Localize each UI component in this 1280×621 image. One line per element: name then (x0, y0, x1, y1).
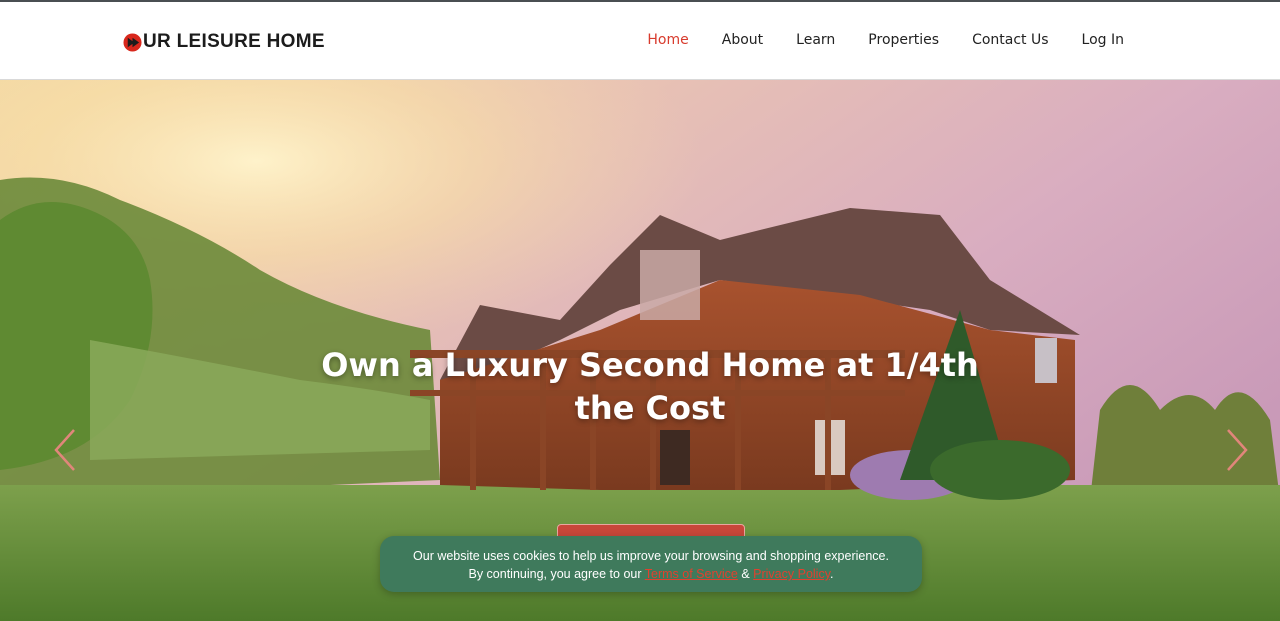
hero-headline-line1: Own a Luxury Second Home at 1/4th (321, 346, 979, 384)
hero-headline-line2: the Cost (574, 389, 726, 427)
cookie-line1: Our website uses cookies to help us impr… (413, 549, 889, 563)
logo-text: UR LEISURE HOME (143, 31, 325, 52)
main-nav: Home About Learn Properties Contact Us L… (614, 30, 1124, 50)
nav-log-in[interactable]: Log In (1082, 30, 1124, 50)
privacy-policy-link[interactable]: Privacy Policy (753, 567, 830, 581)
nav-learn[interactable]: Learn (796, 30, 835, 50)
hero-headline: Own a Luxury Second Home at 1/4th the Co… (290, 344, 1010, 430)
nav-home[interactable]: Home (647, 30, 688, 50)
nav-properties[interactable]: Properties (868, 30, 939, 50)
cookie-banner: Our website uses cookies to help us impr… (380, 536, 922, 592)
cookie-line2-suffix: . (830, 567, 834, 581)
chevron-right-icon[interactable] (1222, 426, 1252, 474)
nav-about[interactable]: About (722, 30, 763, 50)
cookie-separator: & (737, 567, 754, 581)
cookie-line2-prefix: By continuing, you agree to our (468, 567, 645, 581)
site-header: UR LEISURE HOME Home About Learn Propert… (0, 2, 1280, 80)
cookie-line2: By continuing, you agree to our Terms of… (380, 565, 922, 583)
nav-contact-us[interactable]: Contact Us (972, 30, 1048, 50)
terms-of-service-link[interactable]: Terms of Service (645, 567, 738, 581)
logo-o-icon (123, 32, 142, 52)
site-logo[interactable]: UR LEISURE HOME (123, 31, 325, 53)
chevron-left-icon[interactable] (50, 426, 80, 474)
